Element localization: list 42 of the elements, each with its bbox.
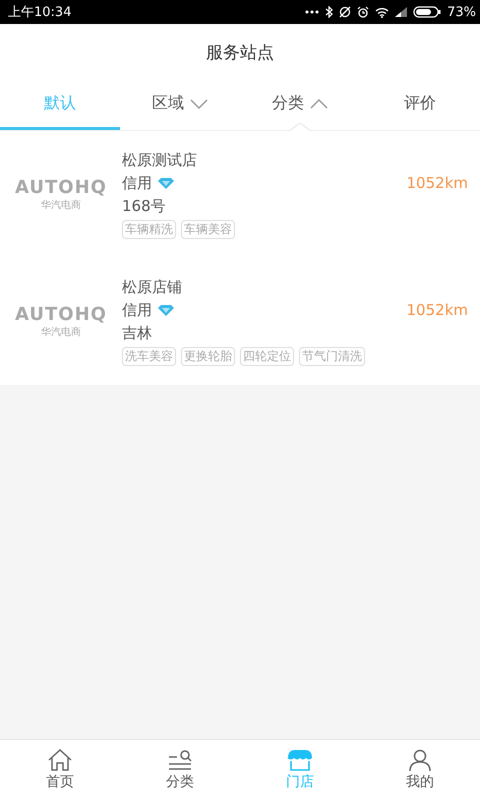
diamond-icon bbox=[158, 304, 174, 316]
service-tag: 节气门清洗 bbox=[299, 346, 365, 366]
bluetooth-icon bbox=[325, 6, 334, 18]
signal-icon bbox=[395, 7, 408, 17]
store-logo: AUTOHQ 华汽电商 bbox=[14, 304, 108, 339]
diamond-icon bbox=[158, 178, 174, 188]
store-card[interactable]: AUTOHQ 华汽电商 松原测试店 信用 1052km 168号 车辆精洗 车辆美容 bbox=[0, 131, 480, 258]
status-time: 上午10:34 bbox=[8, 4, 72, 21]
service-tag: 车辆精洗 bbox=[122, 220, 176, 238]
page-title: 服务站点 bbox=[206, 42, 274, 64]
store-address: 吉林 bbox=[122, 324, 153, 342]
more-dots-icon bbox=[305, 10, 320, 14]
filter-tab[interactable]: 评价 bbox=[360, 80, 480, 130]
distance: 1052km bbox=[406, 174, 468, 192]
service-tag: 更换轮胎 bbox=[181, 346, 235, 366]
home-icon bbox=[47, 749, 73, 771]
filter-tab[interactable]: 分类 bbox=[240, 80, 360, 130]
nav-tab[interactable]: 我的 bbox=[360, 740, 480, 800]
alarm-icon bbox=[357, 6, 370, 18]
store-logo: AUTOHQ 华汽电商 bbox=[14, 177, 108, 212]
store-name: 松原店铺 bbox=[122, 278, 183, 296]
person-icon bbox=[407, 749, 433, 771]
nav-tab[interactable]: 分类 bbox=[120, 740, 240, 800]
caret-icon bbox=[310, 98, 328, 108]
caret-icon bbox=[190, 98, 208, 108]
battery-percent: 73% bbox=[447, 4, 476, 20]
credit-label: 信用 bbox=[122, 300, 152, 320]
nav-tab[interactable]: 首页 bbox=[0, 740, 120, 800]
store-name: 松原测试店 bbox=[122, 150, 198, 170]
store-icon bbox=[287, 749, 313, 771]
service-tag: 车辆美容 bbox=[181, 220, 235, 238]
filter-tab[interactable]: 区域 bbox=[120, 80, 240, 130]
battery-icon bbox=[413, 6, 442, 18]
service-tag: 四轮定位 bbox=[240, 346, 294, 366]
rotation-lock-icon bbox=[339, 6, 352, 18]
list-search-icon bbox=[167, 749, 193, 771]
wifi-icon bbox=[375, 6, 390, 18]
store-card[interactable]: AUTOHQ 华汽电商 松原店铺 信用 1052km 吉林 洗车美容 更换轮胎 四轮定位 节气门清洗 bbox=[0, 258, 480, 385]
service-tag: 洗车美容 bbox=[122, 346, 176, 366]
store-address: 168号 bbox=[122, 196, 167, 216]
credit-label: 信用 bbox=[122, 174, 152, 192]
distance: 1052km bbox=[406, 301, 468, 319]
